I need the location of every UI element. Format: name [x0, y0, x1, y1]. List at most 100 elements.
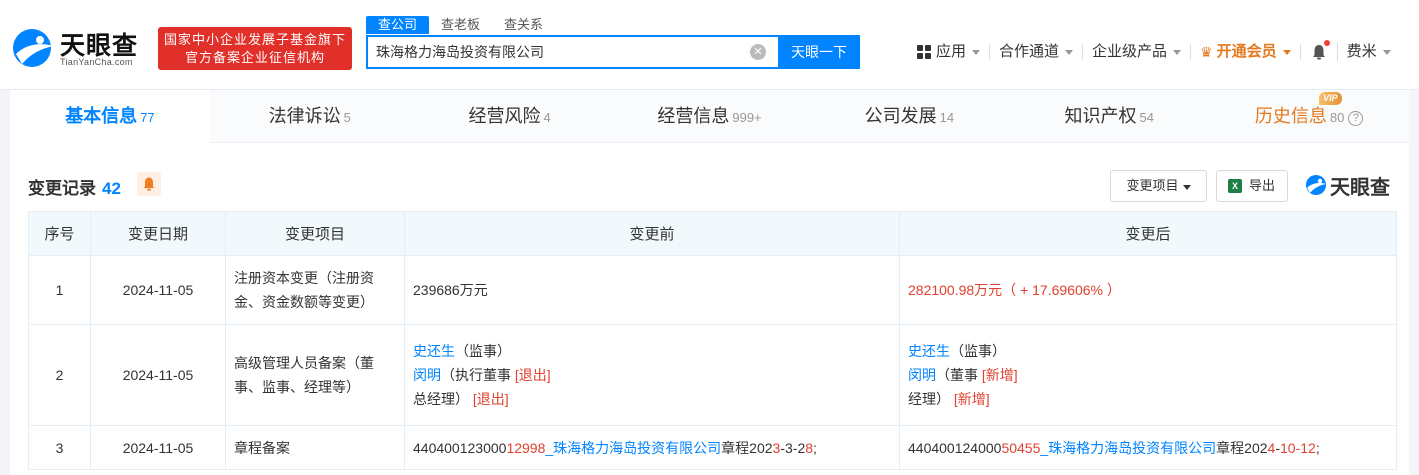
change-item-filter[interactable]: 变更项目	[1110, 170, 1207, 202]
person-line: 史还生（监事）	[908, 339, 1388, 363]
person-line: 经理） [新增]	[908, 387, 1388, 411]
col-header-index: 序号	[28, 211, 91, 256]
logo-subtext: TianYanCha.com	[60, 57, 133, 67]
gov-badge-line1: 国家中小企业发展子基金旗下	[163, 32, 346, 47]
cell-date: 2024-11-05	[90, 425, 226, 470]
tianyancha-logo[interactable]: 天眼查 TianYanCha.com	[10, 26, 150, 70]
search-tab-company[interactable]: 查公司	[366, 16, 430, 34]
cell-item: 注册资本变更（注册资金、资金数额等变更）	[225, 255, 405, 325]
person-role: （执行董事	[441, 367, 511, 383]
search-tab-boss[interactable]: 查老板	[429, 16, 492, 34]
cell-before: 239686万元	[404, 255, 900, 325]
person-link[interactable]: 史还生	[908, 343, 950, 359]
table-row: 2 2024-11-05 高级管理人员备案（董事、监事、经理等） 史还生（监事）…	[28, 324, 1397, 426]
company-link[interactable]: _珠海格力海岛投资有限公司	[1040, 440, 1216, 456]
crown-icon: ♛	[1200, 44, 1213, 60]
col-header-date: 变更日期	[90, 211, 226, 256]
tab-label: 知识产权	[1064, 106, 1137, 126]
clear-search-icon[interactable]: ✕	[750, 44, 766, 60]
nav-partners-label: 合作通道	[999, 43, 1060, 60]
watermark-logo: 天眼查	[1305, 170, 1390, 200]
code-part: 000	[483, 439, 507, 456]
help-icon[interactable]: ?	[1348, 111, 1364, 126]
tab-count: 14	[939, 110, 955, 125]
detail-tabs: 基本信息 77 法律诉讼 5 经营风险 4 经营信息 999+ 公司发展 14 知识产权 5…	[10, 90, 1409, 143]
person-role: （董事	[936, 367, 978, 383]
top-header: 天眼查 TianYanCha.com 国家中小企业发展子基金旗下 官方备案企业征…	[0, 0, 1419, 90]
person-role: 总经理）	[413, 391, 469, 407]
code-part: 440400123	[413, 439, 484, 456]
person-line: 史还生（监事）	[413, 339, 891, 363]
export-label: 导出	[1249, 178, 1276, 193]
search-box: ✕	[366, 35, 778, 69]
nav-vip[interactable]: ♛ 开通会员	[1191, 44, 1301, 60]
cell-date: 2024-11-05	[90, 255, 226, 325]
chevron-down-icon	[1282, 49, 1291, 55]
company-link[interactable]: _珠海格力海岛投资有限公司	[545, 440, 721, 456]
table-header-row: 序号 变更日期 变更项目 变更前 变更后	[28, 211, 1397, 256]
nav-enterprise[interactable]: 企业级产品	[1083, 43, 1192, 60]
nav-apps-label: 应用	[936, 43, 967, 60]
section-count: 42	[102, 179, 121, 198]
change-records-table: 序号 变更日期 变更项目 变更前 变更后 1 2024-11-05 注册资本变更…	[28, 211, 1397, 470]
person-link[interactable]: 史还生	[413, 343, 455, 359]
company-detail-card: 基本信息 77 法律诉讼 5 经营风险 4 经营信息 999+ 公司发展 14 知识产权 5…	[10, 90, 1409, 475]
search-button[interactable]: 天眼一下	[778, 35, 860, 69]
tab-label: 公司发展	[864, 106, 937, 126]
cell-index: 3	[28, 425, 91, 470]
tab-count: 5	[343, 110, 351, 125]
tab-basic-info[interactable]: 基本信息 77	[10, 90, 210, 143]
person-link[interactable]: 闵明	[908, 367, 936, 383]
vip-badge: VIP	[1319, 92, 1342, 105]
charter-suffix: ;	[1315, 439, 1320, 456]
search-tab-relation[interactable]: 查关系	[492, 16, 555, 34]
charter-suffix: -3-2	[780, 439, 806, 456]
person-role: （监事）	[950, 343, 1006, 359]
nav-apps[interactable]: 应用	[908, 43, 991, 60]
search-input[interactable]	[368, 37, 748, 67]
person-link[interactable]: 闵明	[413, 367, 441, 383]
charter-suffix: 章程202	[721, 439, 773, 456]
subscribe-alert-button[interactable]	[137, 172, 161, 196]
nav-notifications[interactable]	[1301, 40, 1338, 61]
tab-development[interactable]: 公司发展 14	[809, 90, 1009, 143]
charter-diff: 10-12	[1280, 439, 1316, 456]
cell-index: 1	[28, 255, 91, 325]
cell-after: 282100.98万元（ + 17.69606% ）	[899, 255, 1397, 325]
code-part: 000	[978, 439, 1002, 456]
cell-index: 2	[28, 324, 91, 426]
chevron-down-icon	[1065, 49, 1074, 55]
cell-before: 史还生（监事） 闵明（执行董事 [退出] 总经理） [退出]	[404, 324, 900, 426]
code-diff: 12998	[506, 439, 546, 456]
code-part: 440400124	[908, 439, 979, 456]
tab-operations[interactable]: 经营信息 999+	[610, 90, 810, 143]
tab-risk[interactable]: 经营风险 4	[410, 90, 610, 143]
chevron-down-icon	[972, 49, 981, 55]
tab-ip[interactable]: 知识产权 54	[1009, 90, 1209, 143]
gov-badge-line2: 官方备案企业征信机构	[184, 50, 325, 65]
unread-dot	[1323, 40, 1330, 46]
nav-enterprise-label: 企业级产品	[1092, 43, 1168, 60]
chevron-down-icon	[1382, 49, 1391, 55]
tab-count: 4	[543, 110, 551, 125]
chevron-down-icon	[1173, 49, 1182, 55]
change-tag: [退出]	[472, 391, 509, 407]
tab-history[interactable]: VIP 历史信息 80?	[1209, 90, 1409, 143]
nav-partners[interactable]: 合作通道	[990, 43, 1084, 60]
cell-item: 高级管理人员备案（董事、监事、经理等）	[225, 324, 405, 426]
tab-label: 法律诉讼	[268, 106, 341, 126]
cell-after: 44040012400050455_珠海格力海岛投资有限公司章程2024-10-…	[899, 425, 1397, 470]
tab-label: 历史信息	[1254, 106, 1327, 126]
charter-suffix: 章程202	[1216, 439, 1268, 456]
nav-vip-label: 开通会员	[1216, 43, 1277, 60]
bell-icon	[1312, 45, 1325, 60]
tab-legal[interactable]: 法律诉讼 5	[210, 90, 410, 143]
tab-count: 80	[1329, 110, 1345, 125]
nav-user[interactable]: 费米	[1338, 44, 1400, 60]
watermark-logo-icon	[1306, 175, 1326, 195]
filter-label: 变更项目	[1126, 178, 1179, 193]
export-button[interactable]: X 导出	[1216, 170, 1288, 202]
cell-item: 章程备案	[225, 425, 405, 470]
section-title: 变更记录 42	[28, 174, 121, 199]
logo-mark-icon	[13, 29, 54, 67]
